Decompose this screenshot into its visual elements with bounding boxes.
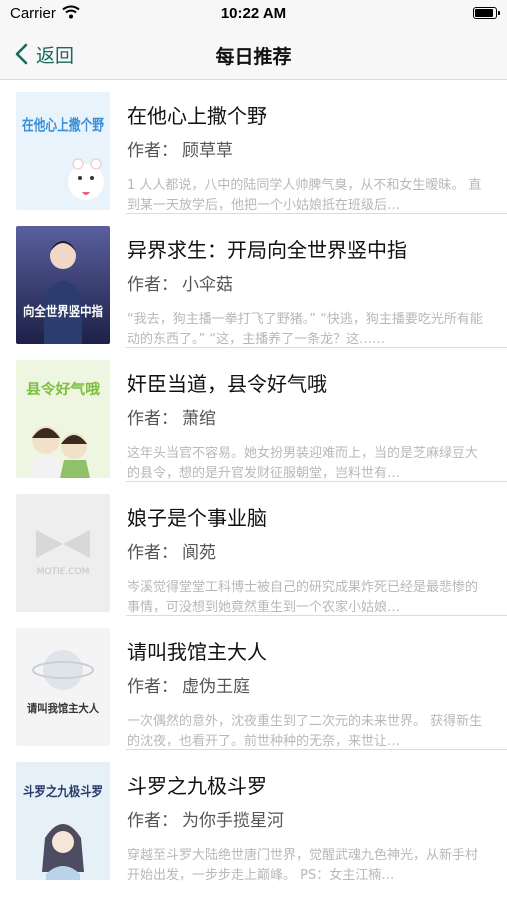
book-summary: 岑溪觉得堂堂工科博士被自己的研究成果炸死已经是最悲惨的事情，可没想到她竟然重生到…	[127, 580, 479, 615]
book-cover: 请叫我馆主大人	[16, 628, 110, 746]
book-cover: 向全世界竖中指	[16, 226, 110, 344]
book-summary: 1 人人都说，八中的陆同学人帅脾气臭，从不和女生暧昧。 直到某一天放学后，他把一…	[127, 178, 482, 213]
author-name: 为你手揽星河	[182, 811, 284, 831]
author-label: 作者：	[127, 811, 178, 831]
book-summary: 穿越至斗罗大陆绝世唐门世界，觉醒武魂九色神光，从新手村开始出发，一步步走上巅峰。…	[127, 848, 479, 883]
cover-title-text: 向全世界竖中指	[23, 304, 103, 320]
cover-title-text: 请叫我馆主大人	[27, 701, 100, 715]
book-author: 作者： 阆苑	[127, 538, 216, 563]
author-label: 作者：	[127, 543, 178, 563]
book-list-item[interactable]: 在他心上撒个野 在他心上撒个野 作者： 顾草草 1 人人都说，八中的陆同学人帅脾气…	[0, 80, 507, 214]
book-list-item[interactable]: 向全世界竖中指 异界求生：开局向全世界竖中指 作者： 小伞菇 “我去，狗主播一拳打…	[0, 214, 507, 348]
author-name: 小伞菇	[182, 275, 233, 295]
cover-title-text: 斗罗之九极斗罗	[23, 784, 103, 800]
book-author: 作者： 为你手揽星河	[127, 806, 284, 831]
book-author: 作者： 萧绾	[127, 404, 216, 429]
book-list-item[interactable]: 县令好气哦 奸臣当道，县令好气哦 作者： 萧绾 这年头当官不容易。她女扮男装迎难而…	[0, 348, 507, 482]
book-list-item[interactable]: 请叫我馆主大人 请叫我馆主大人 作者： 虚伪王庭 一次偶然的意外，沈夜重生到了二次…	[0, 616, 507, 750]
book-title: 娘子是个事业脑	[127, 506, 267, 530]
clock: 10:22 AM	[220, 5, 287, 22]
book-author: 作者： 顾草草	[127, 136, 233, 161]
book-cover: 县令好气哦	[16, 360, 110, 478]
page-title: 每日推荐	[215, 46, 292, 68]
author-name: 萧绾	[182, 409, 216, 429]
author-label: 作者：	[127, 409, 178, 429]
author-name: 虚伪王庭	[182, 677, 250, 697]
book-author: 作者： 虚伪王庭	[127, 672, 250, 697]
book-summary: “我去，狗主播一拳打飞了野猪。” “快逃，狗主播要吃光所有能动的东西了。” “这…	[127, 312, 483, 347]
book-title: 在他心上撒个野	[127, 104, 267, 128]
navigation-bar: 返回 每日推荐	[0, 28, 507, 80]
author-name: 顾草草	[182, 141, 233, 161]
book-title: 奸臣当道，县令好气哦	[127, 372, 327, 396]
book-title: 斗罗之九极斗罗	[127, 774, 267, 798]
book-author: 作者： 小伞菇	[127, 270, 233, 295]
book-cover: 在他心上撒个野	[16, 92, 110, 210]
book-cover: 斗罗之九极斗罗	[16, 762, 110, 880]
author-name: 阆苑	[182, 543, 216, 563]
book-list-item[interactable]: MOTIE.COM 娘子是个事业脑 作者： 阆苑 岑溪觉得堂堂工科博士被自己的研究…	[0, 482, 507, 616]
cover-title-text: MOTIE.COM	[37, 567, 90, 577]
book-title: 异界求生：开局向全世界竖中指	[127, 238, 407, 262]
book-summary: 一次偶然的意外，沈夜重生到了二次元的未来世界。 获得新生的沈夜，也看开了。前世种…	[127, 714, 483, 749]
book-list-item[interactable]: 斗罗之九极斗罗 斗罗之九极斗罗 作者： 为你手揽星河 穿越至斗罗大陆绝世唐门世界，…	[0, 750, 507, 884]
book-title: 请叫我馆主大人	[127, 640, 267, 664]
book-cover: MOTIE.COM	[16, 494, 110, 612]
battery-icon	[473, 7, 500, 19]
author-label: 作者：	[127, 275, 178, 295]
status-bar: Carrier 10:22 AM	[0, 0, 507, 28]
cover-title-text: 县令好气哦	[26, 381, 100, 398]
author-label: 作者：	[127, 141, 178, 161]
cover-title-text: 在他心上撒个野	[22, 116, 104, 134]
book-summary: 这年头当官不容易。她女扮男装迎难而上，当的是芝麻绿豆大的县令，想的是升官发财征服…	[127, 446, 479, 481]
book-list: 在他心上撒个野 在他心上撒个野 作者： 顾草草 1 人人都说，八中的陆同学人帅脾气…	[0, 80, 507, 884]
author-label: 作者：	[127, 677, 178, 697]
